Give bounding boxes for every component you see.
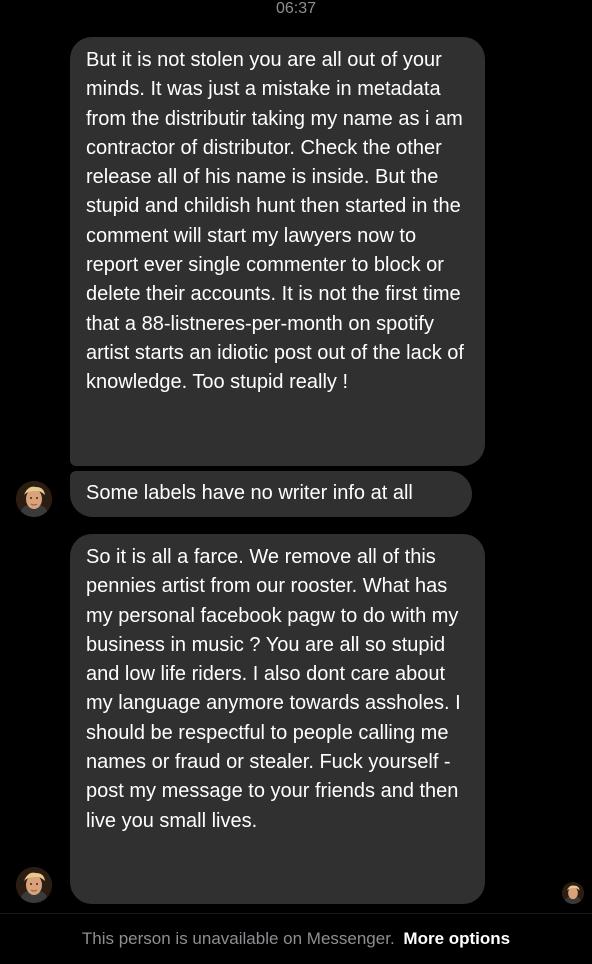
message-bubble-1[interactable]: But it is not stolen you are all out of … bbox=[70, 37, 485, 466]
more-options-link[interactable]: More options bbox=[403, 929, 510, 948]
seen-avatar-icon bbox=[562, 882, 584, 904]
avatar-image bbox=[16, 481, 52, 517]
message-bubble-3[interactable]: So it is all a farce. We remove all of t… bbox=[70, 534, 485, 904]
unavailable-footer: This person is unavailable on Messenger.… bbox=[0, 913, 592, 963]
message-bubble-2[interactable]: Some labels have no writer info at all bbox=[70, 471, 472, 517]
contact-avatar-icon[interactable] bbox=[16, 867, 52, 903]
seen-avatar-image bbox=[562, 882, 584, 904]
contact-avatar-icon[interactable] bbox=[16, 481, 52, 517]
message-timestamp: 06:37 bbox=[275, 0, 317, 17]
unavailable-notice: This person is unavailable on Messenger. bbox=[81, 929, 395, 948]
avatar-image bbox=[16, 867, 52, 903]
